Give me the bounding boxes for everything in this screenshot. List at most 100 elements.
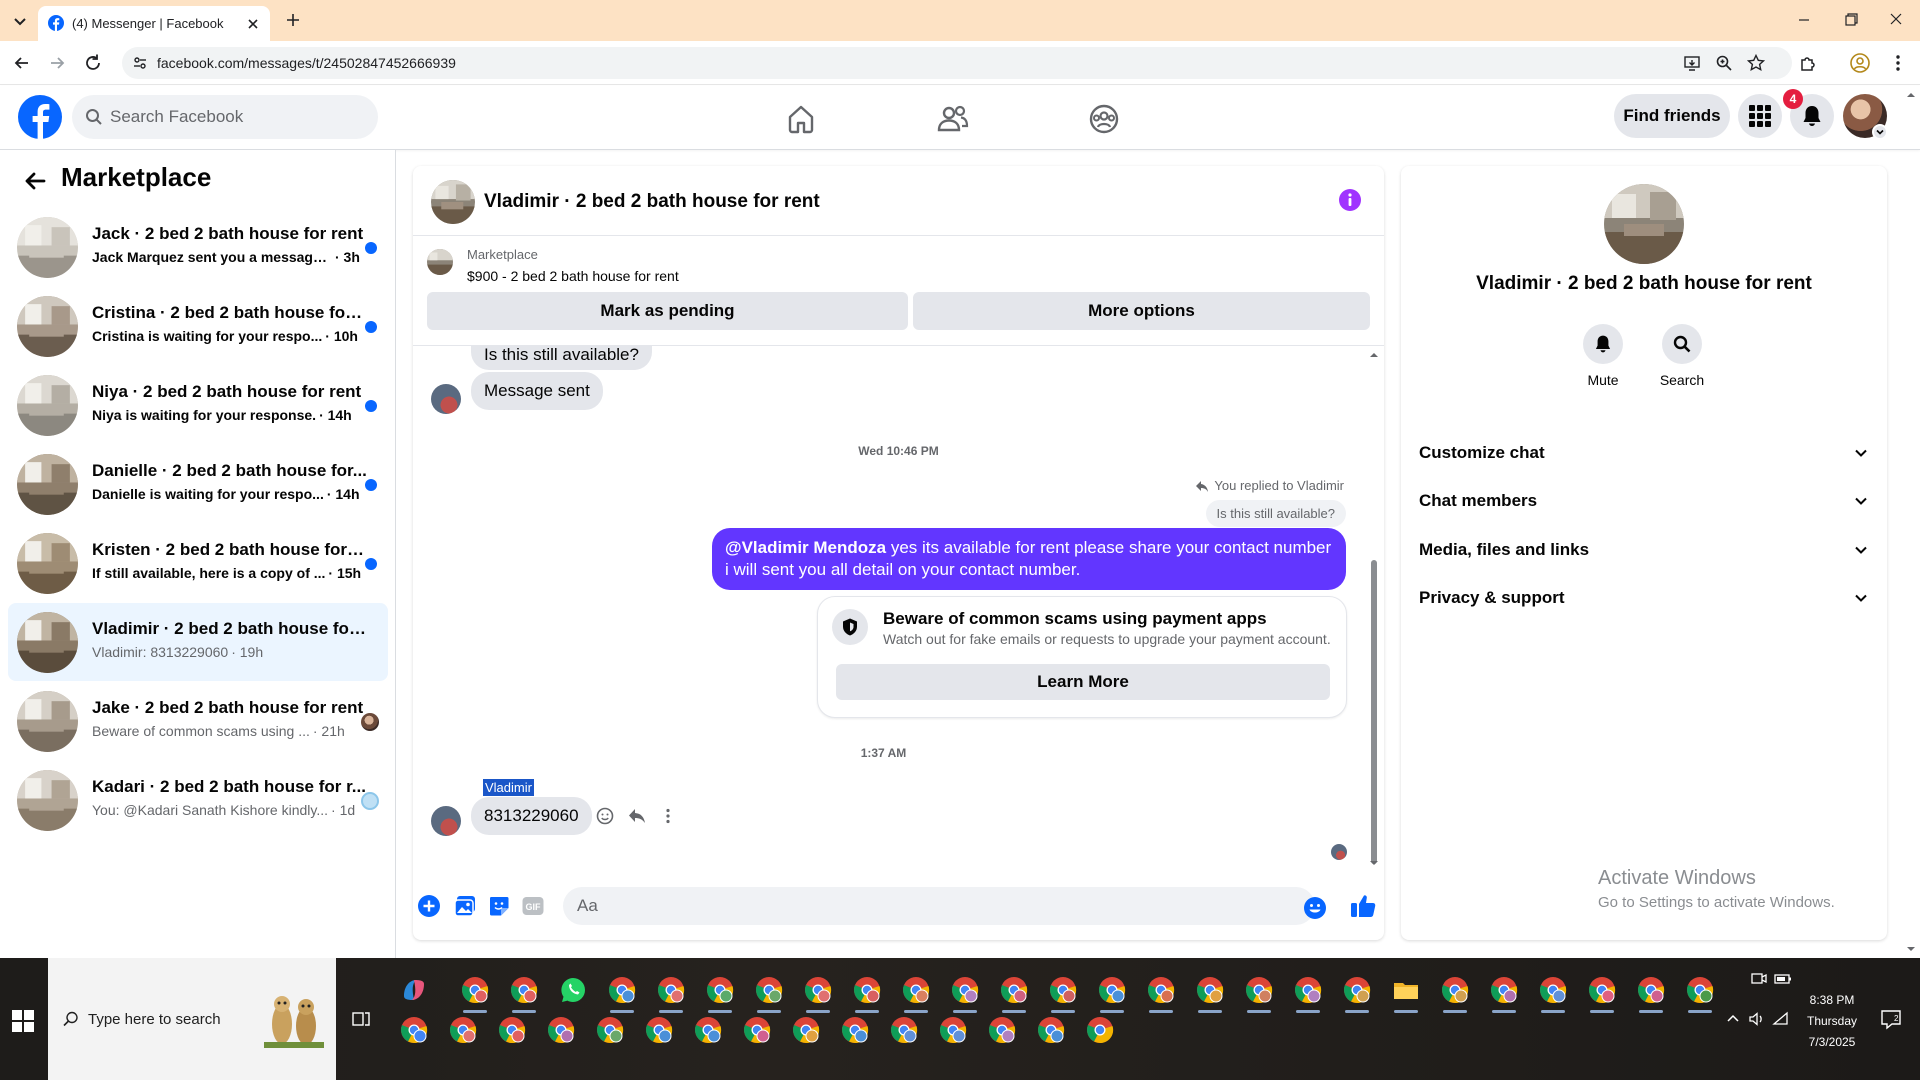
battery-icon[interactable]	[1774, 970, 1792, 988]
chrome-profile-app-icon[interactable]	[400, 1016, 428, 1044]
install-app-icon[interactable]	[1682, 53, 1702, 73]
reload-icon[interactable]	[82, 52, 104, 74]
chrome-profile-app-icon[interactable]	[939, 1016, 967, 1044]
back-arrow-icon[interactable]	[22, 168, 48, 194]
conversation-item[interactable]: Kadari · 2 bed 2 bath house for r... You:…	[8, 761, 388, 839]
gif-icon[interactable]: GIF	[521, 894, 545, 918]
sticker-icon[interactable]	[487, 894, 511, 918]
extensions-puzzle-icon[interactable]	[1797, 52, 1819, 74]
task-view-icon[interactable]	[350, 1008, 372, 1030]
taskbar-search-box[interactable]: Type here to search	[48, 958, 336, 1080]
mark-as-pending-button[interactable]: Mark as pending	[427, 292, 908, 330]
chrome-profile-app-icon[interactable]	[1490, 976, 1518, 1013]
chrome-profile-app-icon[interactable]	[596, 1016, 624, 1044]
chrome-profile-app-icon[interactable]	[792, 1016, 820, 1044]
friends-icon[interactable]	[936, 102, 970, 136]
incoming-message-bubble[interactable]: 8313229060	[471, 797, 592, 835]
outgoing-message-bubble[interactable]: @Vladimir Mendoza yes its available for …	[712, 528, 1346, 590]
mention[interactable]: @Vladimir Mendoza	[725, 538, 886, 557]
chrome-profile-app-icon[interactable]	[1037, 1016, 1065, 1044]
chrome-profile-app-icon[interactable]	[1086, 1016, 1114, 1044]
conversation-item[interactable]: Jack · 2 bed 2 bath house for rent Jack M…	[8, 208, 388, 286]
windows-start-icon[interactable]	[12, 1010, 34, 1032]
restore-window-icon[interactable]	[1838, 10, 1862, 30]
chrome-profile-app-icon[interactable]	[1196, 976, 1224, 1013]
find-friends-button[interactable]: Find friends	[1614, 94, 1730, 138]
scroll-thumb[interactable]	[1371, 560, 1377, 864]
chrome-profile-app-icon[interactable]	[1000, 976, 1028, 1013]
conversation-item[interactable]: Cristina · 2 bed 2 bath house for ... Cri…	[8, 287, 388, 365]
chat-listing-avatar[interactable]	[431, 180, 475, 224]
notification-center-icon[interactable]: 2	[1880, 1008, 1902, 1030]
conversation-item[interactable]: Jake · 2 bed 2 bath house for rent Beware…	[8, 682, 388, 760]
chrome-profile-app-icon[interactable]	[890, 1016, 918, 1044]
chrome-profile-app-icon[interactable]	[755, 976, 783, 1013]
volume-icon[interactable]	[1748, 1010, 1766, 1028]
address-bar[interactable]: facebook.com/messages/t/2450284745266693…	[122, 47, 1792, 79]
chrome-profile-app-icon[interactable]	[988, 1016, 1016, 1044]
chrome-profile-app-icon[interactable]	[449, 1016, 477, 1044]
system-clock[interactable]: 8:38 PM Thursday 7/3/2025	[1792, 990, 1872, 1053]
chrome-profile-app-icon[interactable]	[902, 976, 930, 1013]
home-icon[interactable]	[784, 102, 818, 136]
page-scroll-down-arrow-icon[interactable]	[1906, 944, 1916, 954]
file-explorer-icon[interactable]	[1392, 976, 1420, 1013]
chrome-profile-icon[interactable]	[1849, 52, 1871, 74]
photo-icon[interactable]	[453, 894, 477, 918]
whatsapp-app-icon[interactable]	[559, 976, 587, 1004]
browser-menu-kebab-icon[interactable]	[1887, 52, 1909, 74]
scroll-up-arrow-icon[interactable]	[1369, 350, 1379, 360]
page-scroll-up-arrow-icon[interactable]	[1906, 90, 1916, 100]
chat-members-section[interactable]: Chat members	[1419, 480, 1869, 522]
message-thread[interactable]: Is this still available? Message sent We…	[413, 346, 1384, 872]
chrome-profile-app-icon[interactable]	[853, 976, 881, 1013]
copilot-app-icon[interactable]	[400, 976, 428, 1004]
message-scrollbar[interactable]	[1369, 350, 1379, 868]
react-emoji-icon[interactable]	[595, 806, 615, 826]
chrome-profile-app-icon[interactable]	[608, 976, 636, 1013]
chrome-profile-app-icon[interactable]	[1049, 976, 1077, 1013]
chrome-profile-app-icon[interactable]	[743, 1016, 771, 1044]
chrome-profile-app-icon[interactable]	[547, 1016, 575, 1044]
chrome-profile-app-icon[interactable]	[841, 1016, 869, 1044]
more-actions-kebab-icon[interactable]	[658, 806, 678, 826]
learn-more-button[interactable]: Learn More	[836, 664, 1330, 700]
listing-price-title[interactable]: $900 - 2 bed 2 bath house for rent	[467, 268, 679, 284]
chrome-profile-app-icon[interactable]	[1686, 976, 1714, 1013]
chrome-profile-app-icon[interactable]	[1637, 976, 1665, 1013]
tab-search-chevron-icon[interactable]	[10, 11, 30, 31]
account-chevron-down-icon[interactable]	[1872, 124, 1888, 140]
chrome-profile-app-icon[interactable]	[706, 976, 734, 1013]
minimize-window-icon[interactable]	[1792, 10, 1816, 30]
chrome-profile-app-icon[interactable]	[510, 976, 538, 1013]
facebook-logo-icon[interactable]	[18, 95, 62, 139]
customize-chat-section[interactable]: Customize chat	[1419, 432, 1869, 474]
conversation-item[interactable]: Danielle · 2 bed 2 bath house for... Dani…	[8, 445, 388, 523]
emoji-picker-icon[interactable]	[1303, 896, 1327, 920]
groups-icon[interactable]	[1087, 102, 1121, 136]
chrome-profile-app-icon[interactable]	[1343, 976, 1371, 1013]
forward-arrow-icon[interactable]	[46, 52, 68, 74]
conversation-item[interactable]: Vladimir · 2 bed 2 bath house for r... Vl…	[8, 603, 388, 681]
plus-circle-icon[interactable]	[417, 894, 441, 918]
incoming-message-bubble[interactable]: Message sent	[471, 372, 603, 410]
scroll-down-arrow-icon[interactable]	[1369, 858, 1379, 868]
chrome-profile-app-icon[interactable]	[657, 976, 685, 1013]
meet-now-icon[interactable]	[1750, 970, 1768, 988]
chrome-profile-app-icon[interactable]	[461, 976, 489, 1013]
close-tab-icon[interactable]	[244, 15, 262, 33]
bookmark-star-icon[interactable]	[1746, 53, 1766, 73]
close-window-icon[interactable]	[1884, 10, 1908, 30]
search-in-conversation-action[interactable]: Search	[1642, 324, 1722, 388]
quoted-message[interactable]: Is this still available?	[1205, 500, 1346, 527]
listing-thumbnail[interactable]	[427, 249, 453, 275]
chrome-profile-app-icon[interactable]	[498, 1016, 526, 1044]
conversation-info-icon[interactable]	[1338, 188, 1362, 212]
thumbs-up-like-icon[interactable]	[1349, 892, 1377, 920]
back-arrow-icon[interactable]	[11, 52, 33, 74]
chrome-profile-app-icon[interactable]	[1588, 976, 1616, 1013]
more-options-button[interactable]: More options	[913, 292, 1370, 330]
vladimir-avatar[interactable]	[431, 384, 461, 414]
site-info-tune-icon[interactable]	[132, 55, 148, 71]
chrome-profile-app-icon[interactable]	[1294, 976, 1322, 1013]
